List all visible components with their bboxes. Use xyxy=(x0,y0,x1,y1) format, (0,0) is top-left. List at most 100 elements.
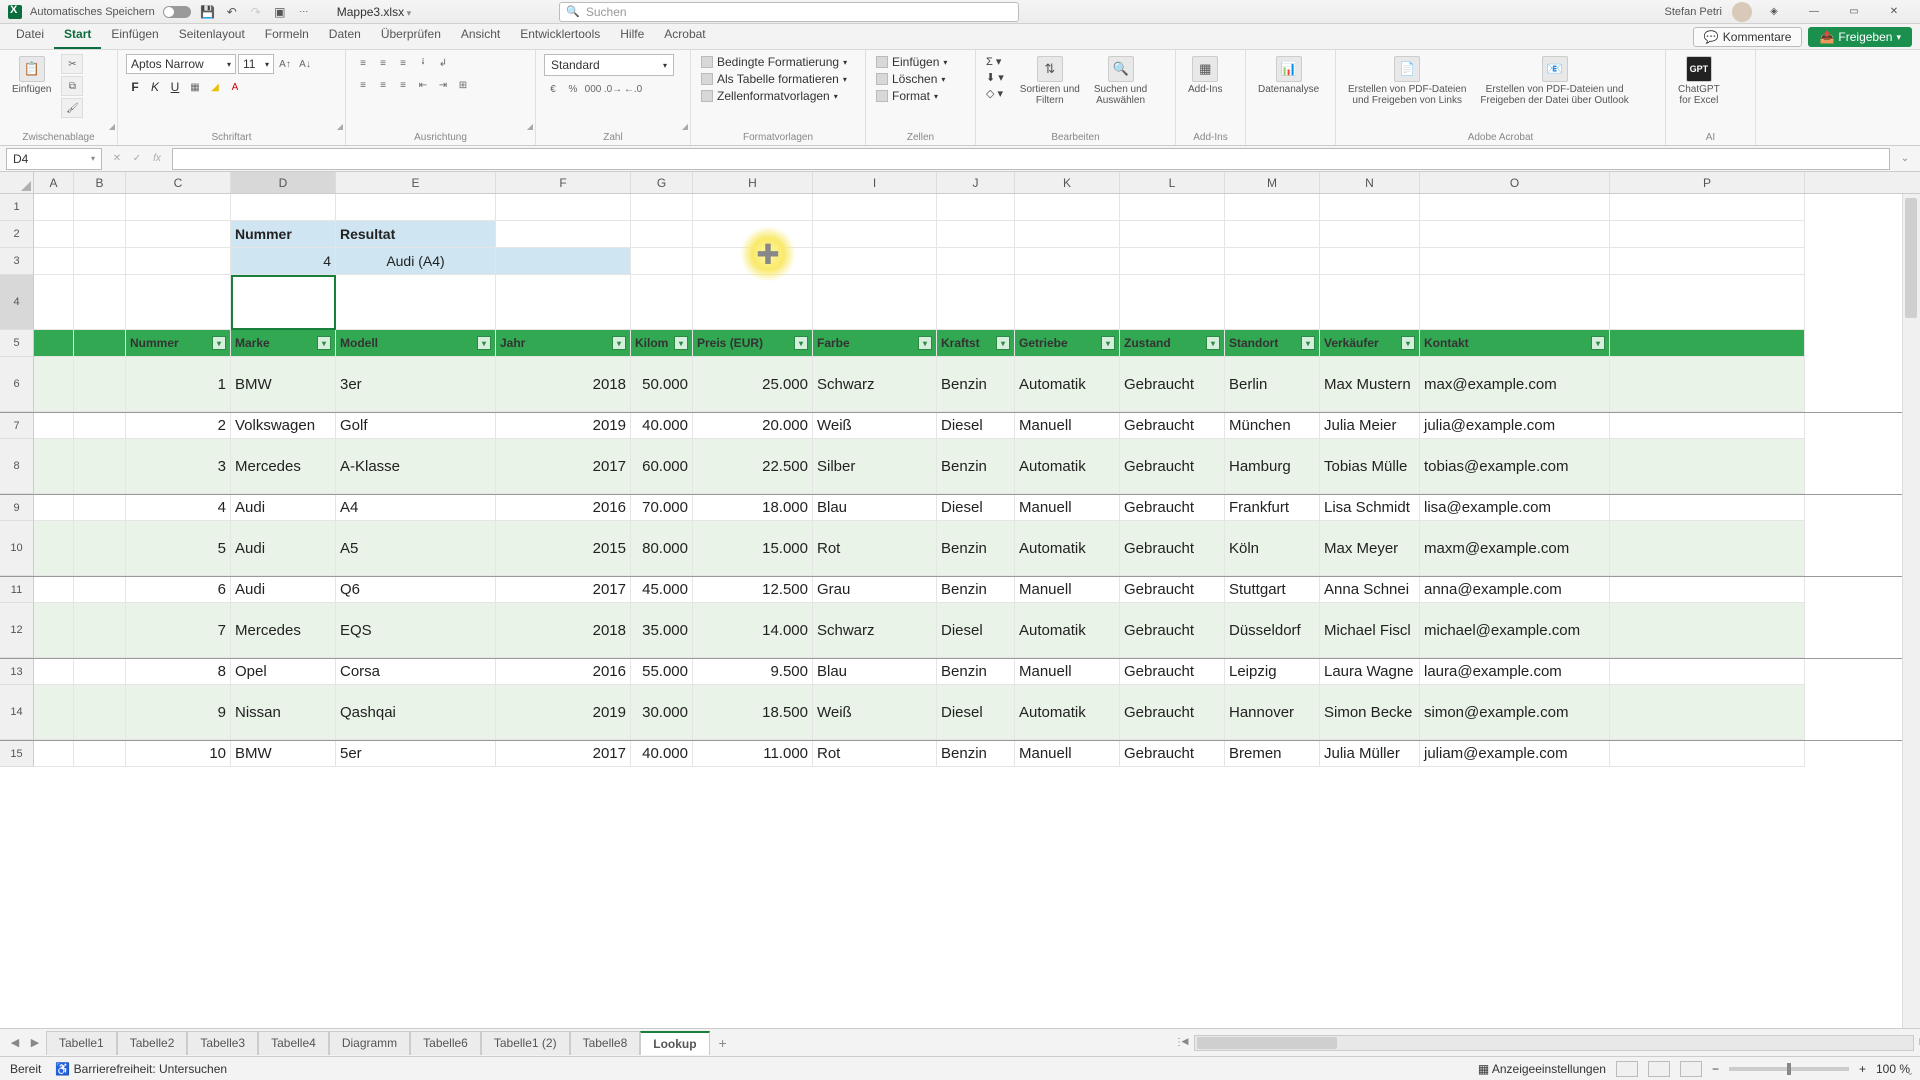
cell[interactable]: Resultat xyxy=(336,221,496,248)
row-header[interactable]: 11 xyxy=(0,577,34,603)
cell[interactable] xyxy=(34,603,74,658)
cell[interactable]: Mercedes xyxy=(231,439,336,494)
cell[interactable]: 7 xyxy=(126,603,231,658)
cell[interactable]: Köln xyxy=(1225,521,1320,576)
cell[interactable]: 70.000 xyxy=(631,495,693,521)
cell[interactable]: Weiß xyxy=(813,413,937,439)
cell[interactable] xyxy=(1320,221,1420,248)
cell[interactable] xyxy=(126,248,231,275)
paste-button[interactable]: 📋Einfügen xyxy=(8,54,55,97)
tab-ansicht[interactable]: Ansicht xyxy=(451,23,510,49)
cell[interactable]: Gebraucht xyxy=(1120,439,1225,494)
cell[interactable] xyxy=(34,413,74,439)
cell[interactable]: Hamburg xyxy=(1225,439,1320,494)
cell[interactable]: Benzin xyxy=(937,357,1015,412)
align-right-icon[interactable]: ≡ xyxy=(394,76,412,94)
row-header[interactable]: 12 xyxy=(0,603,34,658)
table-header[interactable]: Preis (EUR)▾ xyxy=(693,330,813,357)
cell[interactable] xyxy=(126,194,231,221)
cell[interactable]: EQS xyxy=(336,603,496,658)
align-center-icon[interactable]: ≡ xyxy=(374,76,392,94)
cell[interactable]: Manuell xyxy=(1015,741,1120,767)
cell[interactable]: Max Mustern xyxy=(1320,357,1420,412)
row-header[interactable]: 1 xyxy=(0,194,34,221)
cell[interactable]: Gebraucht xyxy=(1120,685,1225,740)
cell[interactable]: Schwarz xyxy=(813,357,937,412)
fill-icon[interactable]: ⬇ ▾ xyxy=(984,70,1006,85)
cell[interactable] xyxy=(937,194,1015,221)
cell[interactable]: Leipzig xyxy=(1225,659,1320,685)
redo-icon[interactable]: ↷ xyxy=(247,3,265,21)
cell[interactable]: 11.000 xyxy=(693,741,813,767)
cell[interactable]: Benzin xyxy=(937,659,1015,685)
cell[interactable] xyxy=(1610,439,1805,494)
chatgpt-button[interactable]: GPTChatGPT for Excel xyxy=(1674,54,1724,108)
cell[interactable] xyxy=(813,194,937,221)
cell[interactable]: 50.000 xyxy=(631,357,693,412)
cell[interactable]: tobias@example.com xyxy=(1420,439,1610,494)
table-header[interactable]: Jahr▾ xyxy=(496,330,631,357)
cell[interactable] xyxy=(496,275,631,330)
cell[interactable]: 18.000 xyxy=(693,495,813,521)
cell[interactable] xyxy=(231,194,336,221)
cell[interactable] xyxy=(1225,248,1320,275)
filter-dropdown-icon[interactable]: ▾ xyxy=(1401,336,1415,350)
column-header-K[interactable]: K xyxy=(1015,172,1120,193)
cell[interactable] xyxy=(1610,330,1805,357)
expand-formula-bar-icon[interactable]: ⌄ xyxy=(1896,150,1914,168)
cell[interactable] xyxy=(34,330,74,357)
cell[interactable]: Rot xyxy=(813,741,937,767)
cell[interactable]: juliam@example.com xyxy=(1420,741,1610,767)
cell[interactable] xyxy=(1610,194,1805,221)
table-header[interactable]: Kilom▾ xyxy=(631,330,693,357)
cell[interactable]: Audi (A4) xyxy=(336,248,496,275)
cell[interactable]: Diesel xyxy=(937,685,1015,740)
cell[interactable]: Simon Becke xyxy=(1320,685,1420,740)
cut-icon[interactable]: ✂ xyxy=(61,54,83,74)
row-header[interactable]: 5 xyxy=(0,330,34,357)
cell[interactable]: Automatik xyxy=(1015,521,1120,576)
cell[interactable]: Bremen xyxy=(1225,741,1320,767)
table-header[interactable]: Modell▾ xyxy=(336,330,496,357)
column-header-J[interactable]: J xyxy=(937,172,1015,193)
cell[interactable]: Hannover xyxy=(1225,685,1320,740)
cell[interactable] xyxy=(1225,275,1320,330)
cell[interactable]: Benzin xyxy=(937,741,1015,767)
acrobat-create-share-outlook-button[interactable]: 📧Erstellen von PDF-Dateien und Freigeben… xyxy=(1476,54,1632,108)
search-box[interactable]: 🔍 Suchen xyxy=(559,2,1019,22)
cell[interactable]: 40.000 xyxy=(631,741,693,767)
column-header-O[interactable]: O xyxy=(1420,172,1610,193)
tab-acrobat[interactable]: Acrobat xyxy=(654,23,715,49)
cell[interactable]: Gebraucht xyxy=(1120,495,1225,521)
zoom-slider[interactable] xyxy=(1729,1067,1849,1071)
cell[interactable]: Rot xyxy=(813,521,937,576)
row-header[interactable]: 3 xyxy=(0,248,34,275)
column-header-N[interactable]: N xyxy=(1320,172,1420,193)
cell[interactable]: 35.000 xyxy=(631,603,693,658)
filter-dropdown-icon[interactable]: ▾ xyxy=(317,336,331,350)
filter-dropdown-icon[interactable]: ▾ xyxy=(996,336,1010,350)
cell[interactable]: 45.000 xyxy=(631,577,693,603)
cell[interactable] xyxy=(34,659,74,685)
table-header[interactable]: Kraftst▾ xyxy=(937,330,1015,357)
format-cells-button[interactable]: Format▾ xyxy=(874,88,949,104)
cell[interactable]: 6 xyxy=(126,577,231,603)
cell[interactable]: simon@example.com xyxy=(1420,685,1610,740)
cell[interactable]: 5 xyxy=(126,521,231,576)
cell[interactable] xyxy=(693,221,813,248)
cell[interactable]: 2019 xyxy=(496,685,631,740)
cell[interactable]: Diesel xyxy=(937,495,1015,521)
cell[interactable] xyxy=(693,275,813,330)
cell[interactable]: Automatik xyxy=(1015,439,1120,494)
scroll-right-icon[interactable]: ▶ xyxy=(1915,1036,1920,1050)
align-left-icon[interactable]: ≡ xyxy=(354,76,372,94)
cell[interactable]: Grau xyxy=(813,577,937,603)
column-header-M[interactable]: M xyxy=(1225,172,1320,193)
cell[interactable]: Corsa xyxy=(336,659,496,685)
scroll-left-icon[interactable]: ◀ xyxy=(1177,1036,1193,1050)
font-name-select[interactable]: Aptos Narrow▾ xyxy=(126,54,236,74)
wrap-text-icon[interactable]: ↲ xyxy=(434,54,452,72)
sort-filter-button[interactable]: ⇅Sortieren und Filtern xyxy=(1016,54,1084,108)
restore-button[interactable]: ▭ xyxy=(1836,2,1872,22)
cell[interactable] xyxy=(74,248,126,275)
